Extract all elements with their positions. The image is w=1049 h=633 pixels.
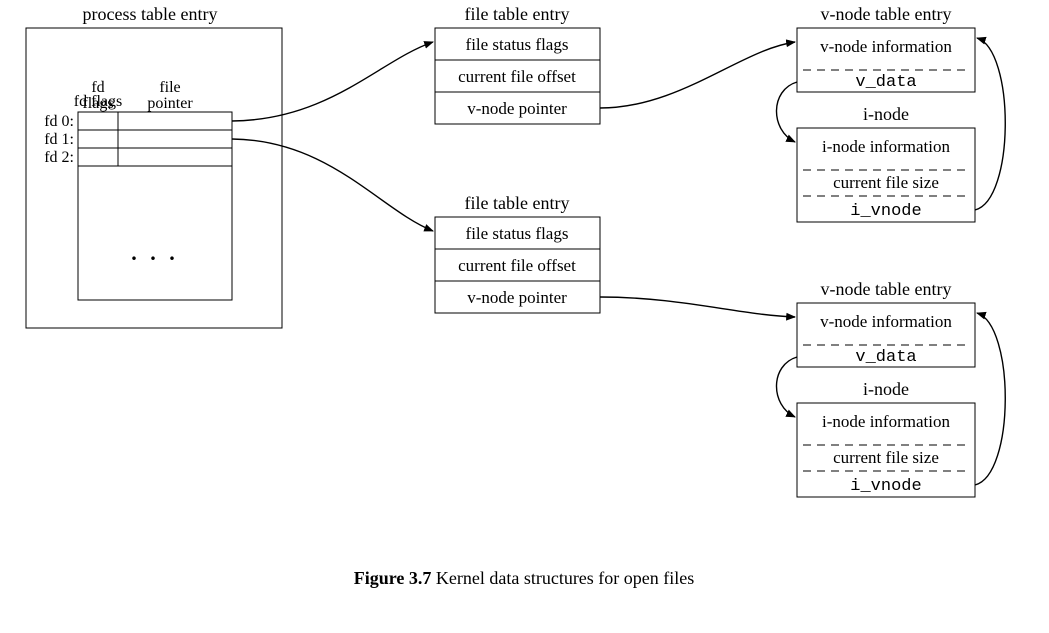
arrow-fd1-to-ft2 <box>232 139 433 231</box>
svg-text:file status flags: file status flags <box>466 224 569 243</box>
svg-text:i-node information: i-node information <box>822 137 950 156</box>
arrow-vdata2-to-inode2 <box>776 357 797 417</box>
inode-entry-1: i-node i-node information current file s… <box>797 104 975 222</box>
vnode-1-title: v-node table entry <box>821 4 952 24</box>
svg-text:current file offset: current file offset <box>458 256 576 275</box>
arrow-fd0-to-ft1 <box>232 42 433 121</box>
vnode-2-title: v-node table entry <box>821 279 952 299</box>
arrow-ivnode1-to-vnode1 <box>975 38 1005 210</box>
arrow-ivnode2-to-vnode2 <box>975 313 1005 485</box>
svg-text:file: file <box>159 79 180 96</box>
fd0-label: fd 0: <box>44 113 74 130</box>
vnode-entry-1: v-node table entry v-node information v_… <box>797 4 975 92</box>
svg-text:v-node pointer: v-node pointer <box>467 99 567 118</box>
inode-2-title: i-node <box>863 379 909 399</box>
svg-text:v-node information: v-node information <box>820 37 952 56</box>
file-table-1-title: file table entry <box>465 4 570 24</box>
process-table-entry: process table entry fd flags fd flags fi… <box>26 4 282 328</box>
file-table-entry-1: file table entry file status flags curre… <box>435 4 600 124</box>
svg-text:fd: fd <box>91 79 104 96</box>
svg-text:file status flags: file status flags <box>466 35 569 54</box>
fd1-label: fd 1: <box>44 131 74 148</box>
svg-text:i_vnode: i_vnode <box>850 477 921 496</box>
svg-text:v-node information: v-node information <box>820 312 952 331</box>
svg-text:current file offset: current file offset <box>458 67 576 86</box>
svg-text:current file size: current file size <box>833 173 939 192</box>
file-table-2-title: file table entry <box>465 193 570 213</box>
inode-1-title: i-node <box>863 104 909 124</box>
svg-text:flags: flags <box>82 95 113 112</box>
svg-text:pointer: pointer <box>147 95 193 112</box>
vnode-entry-2: v-node table entry v-node information v_… <box>797 279 975 367</box>
svg-text:v-node pointer: v-node pointer <box>467 288 567 307</box>
arrow-ft2-to-vnode2 <box>600 297 795 317</box>
svg-text:i_vnode: i_vnode <box>850 202 921 221</box>
arrow-ft1-to-vnode1 <box>600 42 795 108</box>
file-table-entry-2: file table entry file status flags curre… <box>435 193 600 313</box>
fd-ellipsis: . . . <box>131 240 179 265</box>
svg-text:i-node information: i-node information <box>822 412 950 431</box>
inode-entry-2: i-node i-node information current file s… <box>797 379 975 497</box>
arrow-vdata1-to-inode1 <box>776 82 797 142</box>
kernel-structures-diagram: process table entry fd flags fd flags fi… <box>0 0 1049 633</box>
svg-text:v_data: v_data <box>855 73 916 92</box>
figure-caption: Figure 3.7 Kernel data structures for op… <box>354 568 695 588</box>
fd2-label: fd 2: <box>44 149 74 166</box>
svg-text:current file size: current file size <box>833 448 939 467</box>
svg-text:v_data: v_data <box>855 348 916 367</box>
process-table-title: process table entry <box>83 4 218 24</box>
